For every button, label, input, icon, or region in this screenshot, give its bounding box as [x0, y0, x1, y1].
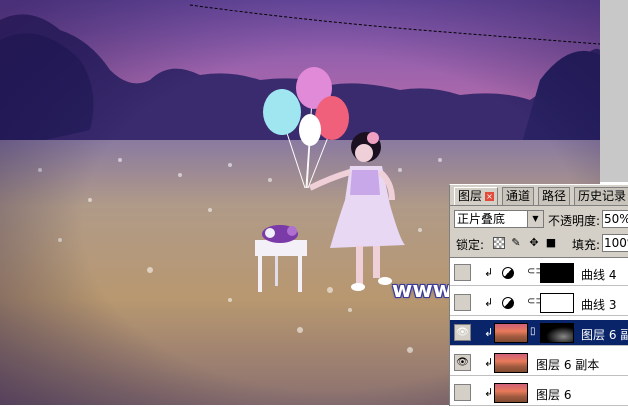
- opacity-input[interactable]: 50%: [602, 210, 628, 228]
- layer-row[interactable]: ↲ 图层 6: [450, 380, 628, 406]
- layer-thumbnail[interactable]: [494, 323, 528, 343]
- layer-name[interactable]: 曲线 3: [581, 296, 616, 313]
- opacity-label: 不透明度:: [548, 214, 601, 228]
- layer-name[interactable]: 曲线 4: [581, 266, 616, 283]
- chevron-down-icon[interactable]: ▼: [527, 211, 543, 227]
- clip-arrow-icon: ↲: [484, 266, 494, 279]
- clip-arrow-icon: ↲: [484, 296, 494, 309]
- layer-mask-thumbnail[interactable]: [540, 323, 574, 343]
- tab-history[interactable]: 历史记录: [574, 187, 628, 205]
- lock-all-icon[interactable]: ■: [545, 237, 557, 249]
- canvas-gutter: [600, 0, 628, 182]
- layer-row-selected[interactable]: 👁 ↲ ▯ 图层 6 副: [450, 320, 628, 346]
- lock-row: 锁定: ✎ ✥ ■ 填充: 100%: [450, 233, 628, 255]
- lock-label: 锁定:: [456, 238, 485, 252]
- clip-arrow-icon: ↲: [484, 356, 494, 369]
- eye-icon[interactable]: 👁: [454, 354, 471, 371]
- tab-paths[interactable]: 路径: [538, 187, 571, 205]
- tab-channels-label: 通道: [506, 189, 531, 203]
- layer-row[interactable]: ↲ ⊂⊃ 曲线 3: [450, 290, 628, 316]
- fill-input[interactable]: 100%: [602, 234, 628, 252]
- layer-row[interactable]: ↲ ⊂⊃ 曲线 4: [450, 260, 628, 286]
- layer-name[interactable]: 图层 6: [536, 386, 571, 403]
- curves-adjustment-icon: [502, 297, 514, 309]
- tab-paths-label: 路径: [542, 189, 567, 203]
- layer-row[interactable]: 👁 ↲ 图层 6 副本: [450, 350, 628, 376]
- layer-mask-thumbnail[interactable]: [540, 263, 574, 283]
- lock-transparent-icon[interactable]: [493, 237, 505, 249]
- lock-brush-icon[interactable]: ✎: [510, 237, 522, 249]
- blend-mode-value: 正片叠底: [457, 212, 506, 226]
- layer-mask-thumbnail[interactable]: [540, 293, 574, 313]
- layers-panel: 图层× 通道 路径 历史记录 正片叠底 ▼ 不透明度: 50% 锁定: ✎ ✥ …: [449, 184, 628, 407]
- layer-name[interactable]: 图层 6 副: [581, 326, 628, 343]
- layer-name[interactable]: 图层 6 副本: [536, 356, 599, 373]
- clip-arrow-icon: ↲: [484, 326, 494, 339]
- tab-layers-label: 图层: [458, 189, 483, 203]
- clip-arrow-icon: ↲: [484, 386, 494, 399]
- layer-thumbnail[interactable]: [494, 353, 528, 373]
- blend-row: 正片叠底 ▼ 不透明度: 50%: [450, 209, 628, 231]
- curves-adjustment-icon: [502, 267, 514, 279]
- fill-label: 填充:: [572, 238, 601, 252]
- layer-list: ↲ ⊂⊃ 曲线 4 ↲ ⊂⊃ 曲线 3 👁 ↲ ▯ 图层 6 副 👁 ↲ 图层 …: [450, 257, 628, 407]
- eye-icon[interactable]: 👁: [454, 324, 471, 341]
- visibility-toggle[interactable]: [454, 294, 471, 311]
- blend-mode-select[interactable]: 正片叠底 ▼: [454, 210, 544, 228]
- visibility-toggle[interactable]: [454, 384, 471, 401]
- link-icon: ▯: [530, 326, 536, 337]
- close-icon[interactable]: ×: [485, 192, 495, 201]
- lock-move-icon[interactable]: ✥: [528, 237, 540, 249]
- tab-history-label: 历史记录: [578, 189, 627, 203]
- tab-channels[interactable]: 通道: [502, 187, 535, 205]
- visibility-toggle[interactable]: [454, 264, 471, 281]
- layer-thumbnail[interactable]: [494, 383, 528, 403]
- panel-tabbar: 图层 × 通道 路径 历史记录: [450, 185, 628, 206]
- tab-layers[interactable]: 图层 ×: [454, 187, 499, 205]
